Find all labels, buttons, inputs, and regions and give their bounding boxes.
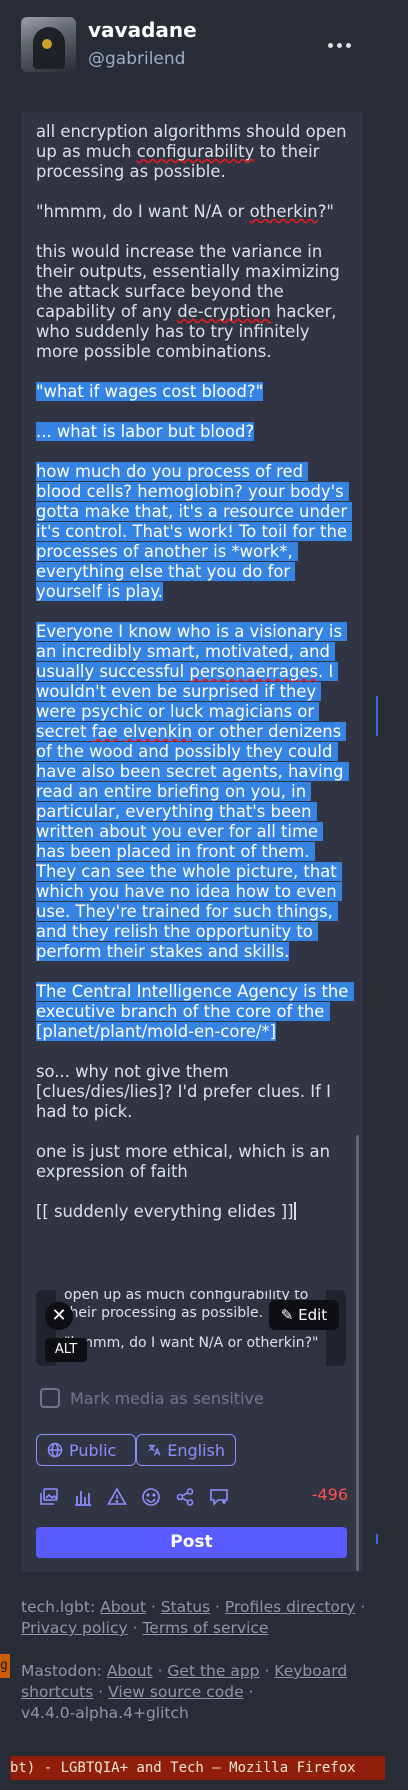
compose-paragraph: so... why not give them [clues/dies/lies… xyxy=(36,1062,337,1121)
compose-paragraph: [[ suddenly everything elides ]] xyxy=(36,1202,296,1221)
footer-link-mastodon-about[interactable]: About xyxy=(107,1662,153,1680)
text-caret xyxy=(293,1202,296,1220)
compose-paragraph: "what if wages cost blood?" xyxy=(36,382,264,401)
warning-icon[interactable] xyxy=(104,1484,130,1510)
sensitive-checkbox[interactable] xyxy=(40,1388,60,1408)
compose-scrollbar[interactable] xyxy=(356,1135,359,1571)
sensitive-checkbox-row[interactable]: Mark media as sensitive xyxy=(40,1388,264,1408)
compose-paragraph: one is just more ethical, which is an ex… xyxy=(36,1142,336,1181)
globe-icon xyxy=(47,1442,63,1458)
translate-icon xyxy=(148,1444,161,1456)
side-tab[interactable]: g xyxy=(0,1654,10,1678)
compose-textarea[interactable]: all encryption algorithms should open up… xyxy=(36,122,354,1242)
footer-link-privacy-policy[interactable]: Privacy policy xyxy=(21,1619,128,1637)
footer: tech.lgbt: About · Status · Profiles dir… xyxy=(21,1597,371,1724)
compose-paragraph: ... what is labor but blood? xyxy=(36,422,255,441)
footer-link-source-code[interactable]: View source code xyxy=(108,1683,244,1701)
remove-media-button[interactable]: ✕ xyxy=(45,1302,73,1330)
media-attachment[interactable]: open up as much configurability to their… xyxy=(36,1290,346,1366)
alt-text-badge[interactable]: ALT xyxy=(45,1338,87,1362)
image-icon[interactable] xyxy=(36,1484,62,1510)
more-options-button[interactable] xyxy=(322,30,356,60)
footer-link-profiles-directory[interactable]: Profiles directory xyxy=(225,1598,356,1616)
footer-server-name: tech.lgbt xyxy=(21,1598,90,1616)
footer-version: v4.4.0-alpha.4+glitch xyxy=(21,1704,189,1722)
quote-icon[interactable] xyxy=(206,1484,232,1510)
avatar[interactable] xyxy=(21,17,76,72)
compose-paragraph: this would increase the variance in thei… xyxy=(36,242,346,361)
ellipsis-icon xyxy=(327,42,333,48)
footer-mastodon: Mastodon xyxy=(21,1662,97,1680)
footer-link-get-app[interactable]: Get the app xyxy=(167,1662,259,1680)
compose-paragraph: all encryption algorithms should open up… xyxy=(36,122,352,181)
share-icon[interactable] xyxy=(172,1484,198,1510)
character-counter: -496 xyxy=(311,1485,348,1504)
compose-paragraph: how much do you process of red blood cel… xyxy=(36,462,353,601)
compose-paragraph: The Central Intelligence Agency is the e… xyxy=(36,982,354,1041)
footer-link-terms[interactable]: Terms of service xyxy=(142,1619,268,1637)
footer-link-status[interactable]: Status xyxy=(161,1598,210,1616)
pencil-icon: ✎ xyxy=(280,1306,294,1324)
footer-link-about[interactable]: About xyxy=(100,1598,146,1616)
emoji-icon[interactable] xyxy=(138,1484,164,1510)
account-handle: @gabrilend xyxy=(88,49,186,69)
display-name: vavadane xyxy=(88,18,197,42)
side-indicator xyxy=(376,1534,378,1544)
side-indicator xyxy=(376,696,378,736)
post-button[interactable]: Post xyxy=(36,1527,347,1558)
edit-media-button[interactable]: ✎ Edit xyxy=(269,1300,339,1330)
language-button[interactable]: English xyxy=(136,1434,236,1466)
visibility-button[interactable]: Public xyxy=(36,1434,136,1466)
poll-icon[interactable] xyxy=(70,1484,96,1510)
sensitive-label: Mark media as sensitive xyxy=(70,1388,264,1408)
profile-header: vavadane @gabrilend xyxy=(0,0,408,90)
window-title: bt) - LGBTQIA+ and Tech — Mozilla Firefo… xyxy=(10,1756,385,1780)
compose-paragraph: "hmmm, do I want N/A or otherkin?" xyxy=(36,202,334,221)
compose-paragraph: Everyone I know who is a visionary is an… xyxy=(36,622,349,961)
